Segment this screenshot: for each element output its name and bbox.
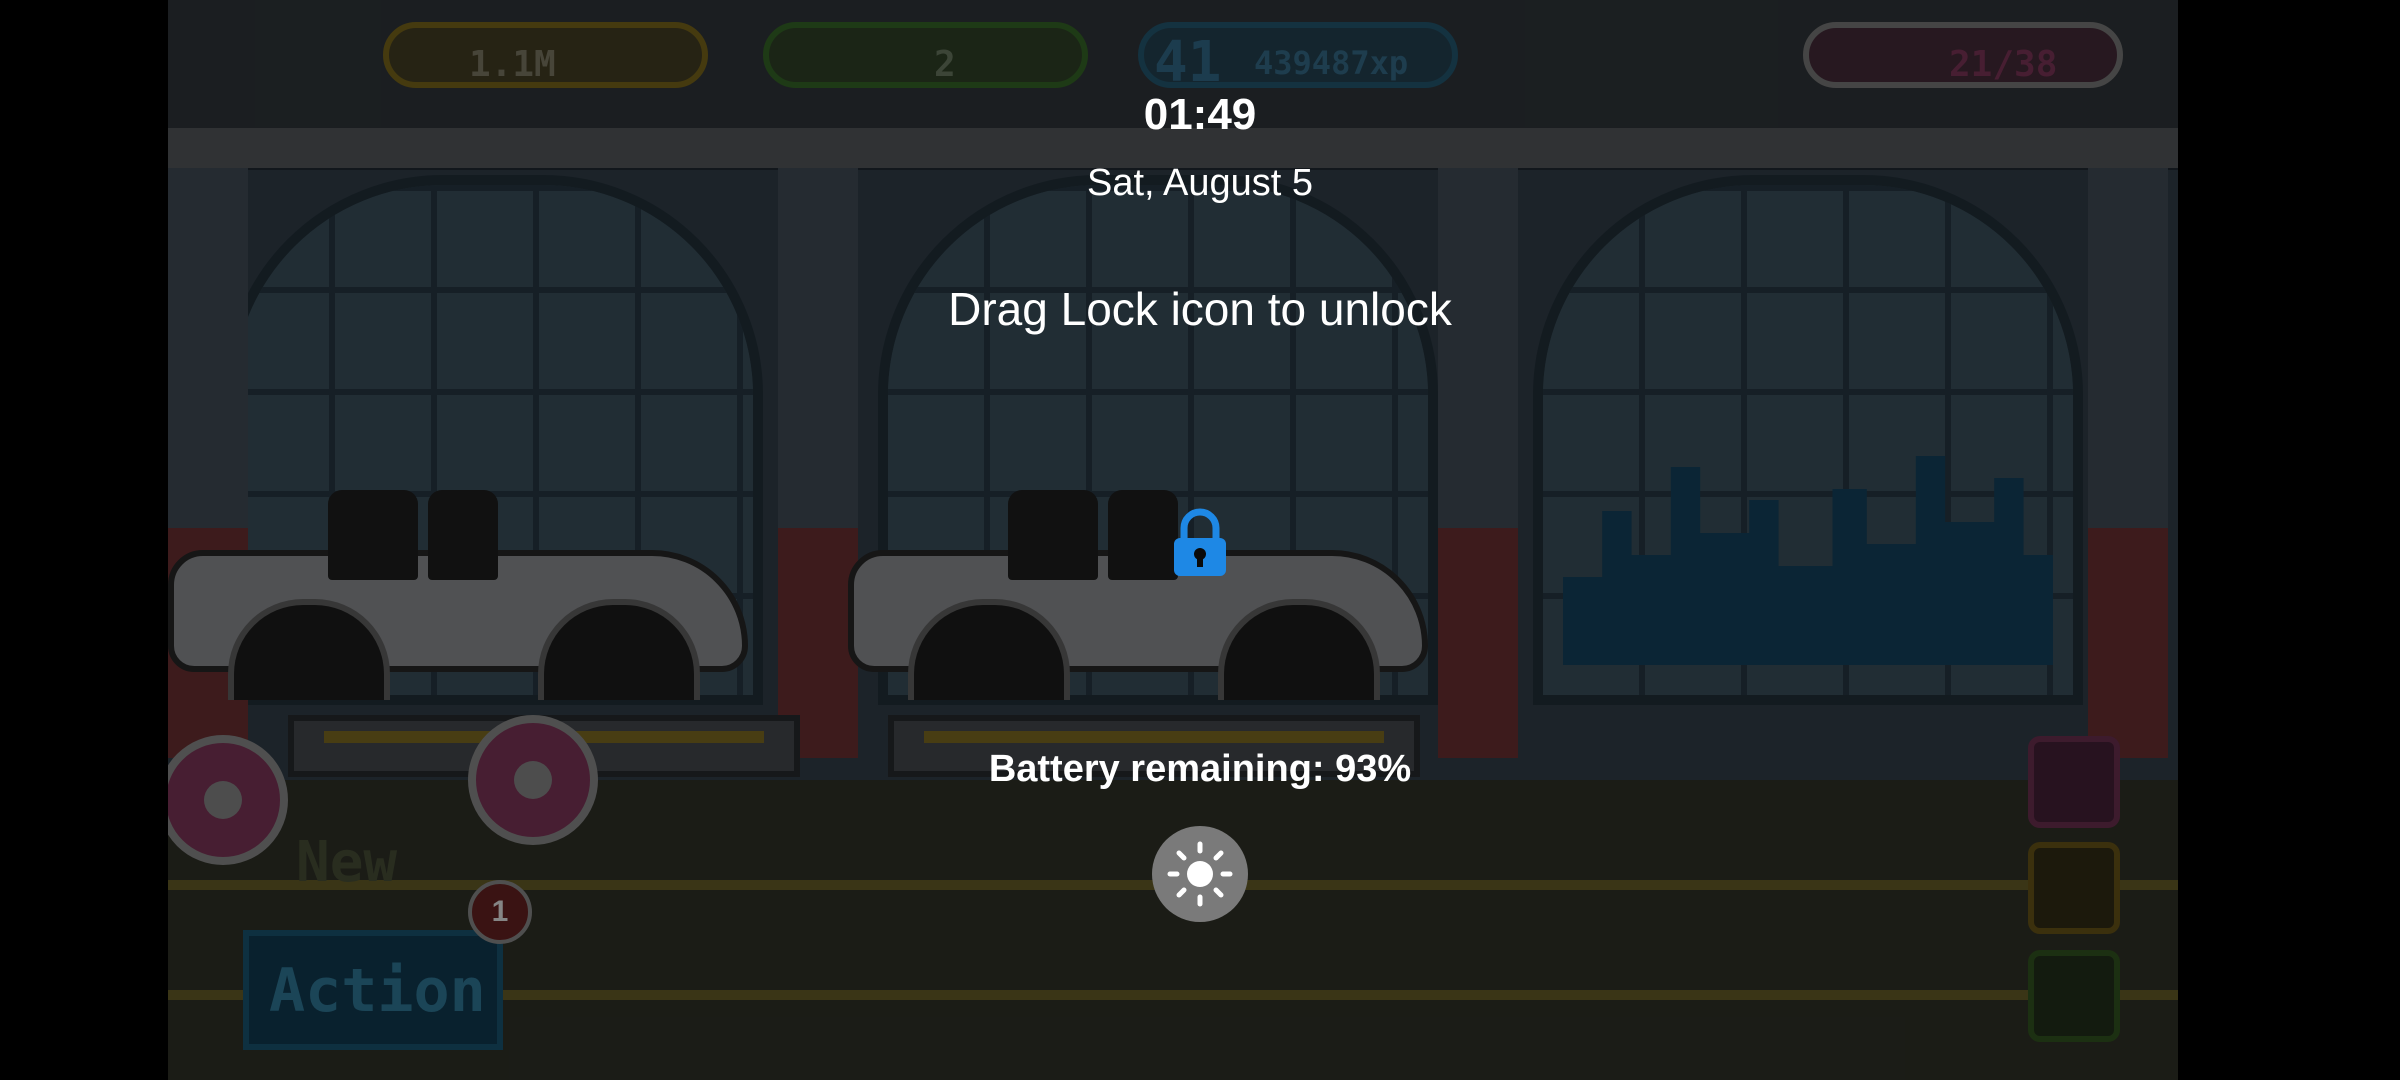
brightness-button[interactable] bbox=[1152, 826, 1248, 922]
clock: 01:49 bbox=[1143, 90, 1257, 139]
battery-status: Battery remaining: 93% bbox=[988, 748, 1412, 790]
date: Sat, August 5 bbox=[1086, 162, 1314, 204]
lock-icon[interactable] bbox=[1170, 508, 1230, 578]
lock-screen: 01:49 Sat, August 5 Drag Lock icon to un… bbox=[0, 0, 2400, 1080]
unlock-hint: Drag Lock icon to unlock bbox=[948, 283, 1452, 335]
sun-icon bbox=[1167, 841, 1233, 907]
